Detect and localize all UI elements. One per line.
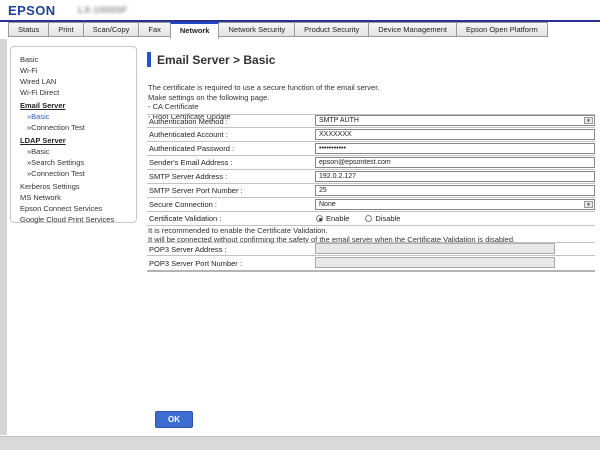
page-title-text: Email Server > Basic <box>157 53 275 67</box>
pop3-server-port-number-input <box>315 257 555 268</box>
pop3-form: POP3 Server Address : POP3 Server Port Nu… <box>147 242 595 272</box>
certificate-validation-radio-label-disable: Disable <box>375 214 400 223</box>
dropdown-arrow-icon[interactable]: ▼ <box>584 201 593 208</box>
sidebar-item-wi-fi-direct[interactable]: Wi-Fi Direct <box>11 87 136 98</box>
secure-connection-label: Secure Connection : <box>147 200 315 209</box>
sidebar-item-email-server[interactable]: Email Server <box>11 100 136 111</box>
description-line-3: - CA Certificate <box>148 102 379 112</box>
main-content: Email Server > Basic The certificate is … <box>147 46 595 436</box>
sidebar-item-basic[interactable]: »Basic <box>11 146 136 157</box>
tab-epson-open-platform[interactable]: Epson Open Platform <box>456 22 548 37</box>
authenticated-password-value <box>315 142 595 156</box>
sidebar-item-ms-network[interactable]: MS Network <box>11 192 136 203</box>
smtp-server-port-number-value <box>315 184 595 198</box>
senders-email-address-value <box>315 156 595 170</box>
tab-product-security[interactable]: Product Security <box>294 22 369 37</box>
pop3-server-address-row: POP3 Server Address : <box>147 242 595 256</box>
authenticated-account-input[interactable] <box>315 129 595 140</box>
smtp-server-port-number-input[interactable] <box>315 185 595 196</box>
secure-connection-select[interactable]: None ▼ <box>315 199 595 210</box>
smtp-server-address-input[interactable] <box>315 171 595 182</box>
footer-bar <box>0 436 600 450</box>
smtp-server-address-label: SMTP Server Address : <box>147 172 315 181</box>
sidebar-item-basic[interactable]: »Basic <box>11 111 136 122</box>
sidebar-item-search-settings[interactable]: »Search Settings <box>11 157 136 168</box>
sidebar-item-ldap-server[interactable]: LDAP Server <box>11 135 136 146</box>
authentication-method-label: Authentication Method : <box>147 117 315 126</box>
certificate-validation-value: Enable Disable <box>315 212 595 226</box>
authenticated-password-row: Authenticated Password : <box>147 142 595 156</box>
tab-bar: StatusPrintScan/CopyFaxNetworkNetwork Se… <box>8 22 548 39</box>
authenticated-password-input[interactable] <box>315 143 595 154</box>
smtp-server-address-row: SMTP Server Address : <box>147 170 595 184</box>
authenticated-account-value <box>315 128 595 142</box>
sidebar-item-google-cloud-print-services[interactable]: Google Cloud Print Services <box>11 214 136 225</box>
sidebar-item-connection-test[interactable]: »Connection Test <box>11 168 136 179</box>
smtp-server-address-value <box>315 170 595 184</box>
authentication-method-selected-option: SMTP AUTH <box>319 117 359 125</box>
secure-connection-selected-option: None <box>319 201 336 209</box>
page-title: Email Server > Basic <box>147 52 275 67</box>
certificate-validation-radio-group: Enable Disable <box>315 212 595 226</box>
pop3-server-port-number-row: POP3 Server Port Number : <box>147 256 595 270</box>
email-server-form: Authentication Method :SMTP AUTH▼Authent… <box>147 114 595 226</box>
description-line-1: The certificate is required to use a sec… <box>148 83 379 93</box>
senders-email-address-row: Sender's Email Address : <box>147 156 595 170</box>
pop3-server-port-number-value <box>315 256 595 270</box>
certificate-validation-radio-disable[interactable] <box>365 215 372 222</box>
header: EPSON LX-10000F <box>0 0 600 20</box>
secure-connection-row: Secure Connection : None ▼ <box>147 198 595 212</box>
authentication-method-value: SMTP AUTH ▼ <box>315 114 595 128</box>
secure-connection-value: None ▼ <box>315 198 595 212</box>
authenticated-password-label: Authenticated Password : <box>147 144 315 153</box>
senders-email-address-label: Sender's Email Address : <box>147 158 315 167</box>
senders-email-address-input[interactable] <box>315 157 595 168</box>
tab-network[interactable]: Network <box>170 22 220 39</box>
authentication-method-row: Authentication Method : SMTP AUTH ▼ <box>147 114 595 128</box>
smtp-server-port-number-label: SMTP Server Port Number : <box>147 186 315 195</box>
printer-model-label: LX-10000F <box>78 5 128 15</box>
ok-button[interactable]: OK <box>155 411 193 428</box>
left-margin-strip <box>0 39 7 435</box>
tab-device-management[interactable]: Device Management <box>368 22 457 37</box>
certificate-validation-row: Certificate Validation : Enable Disable <box>147 212 595 226</box>
authenticated-account-label: Authenticated Account : <box>147 130 315 139</box>
dropdown-arrow-icon[interactable]: ▼ <box>584 117 593 124</box>
sidebar-item-connection-test[interactable]: »Connection Test <box>11 122 136 133</box>
tab-scan-copy[interactable]: Scan/Copy <box>83 22 140 37</box>
pop3-server-address-input <box>315 243 555 254</box>
tab-fax[interactable]: Fax <box>138 22 171 37</box>
sidebar-item-wi-fi[interactable]: Wi-Fi <box>11 65 136 76</box>
pop3-server-address-label: POP3 Server Address : <box>147 245 315 254</box>
tab-network-security[interactable]: Network Security <box>218 22 295 37</box>
certificate-validation-label: Certificate Validation : <box>147 214 315 223</box>
tab-print[interactable]: Print <box>48 22 83 37</box>
authentication-method-select[interactable]: SMTP AUTH ▼ <box>315 115 595 126</box>
authenticated-account-row: Authenticated Account : <box>147 128 595 142</box>
sidebar-item-basic[interactable]: Basic <box>11 54 136 65</box>
title-accent-bar <box>147 52 151 67</box>
sidebar-item-epson-connect-services[interactable]: Epson Connect Services <box>11 203 136 214</box>
sidebar-item-wired-lan[interactable]: Wired LAN <box>11 76 136 87</box>
certificate-validation-radio-label-enable: Enable <box>326 214 349 223</box>
pop3-server-port-number-label: POP3 Server Port Number : <box>147 259 315 268</box>
pop3-server-address-value <box>315 242 595 256</box>
epson-logo: EPSON <box>8 3 56 18</box>
sidebar-item-kerberos-settings[interactable]: Kerberos Settings <box>11 181 136 192</box>
certificate-validation-radio-enable[interactable] <box>316 215 323 222</box>
description-line-2: Make settings on the following page. <box>148 93 379 103</box>
sidebar-nav: BasicWi-FiWired LANWi-Fi Direct Email Ser… <box>10 46 137 223</box>
tab-status[interactable]: Status <box>8 22 49 37</box>
smtp-server-port-number-row: SMTP Server Port Number : <box>147 184 595 198</box>
